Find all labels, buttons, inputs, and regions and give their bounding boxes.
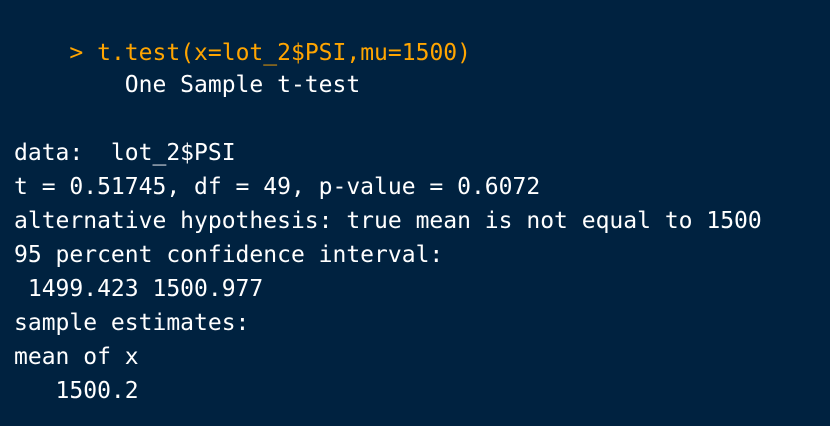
sample-estimates-header: sample estimates: xyxy=(14,310,250,336)
confidence-interval-values: 1499.423 1500.977 xyxy=(14,276,264,302)
r-console[interactable]: > t.test(x=lot_2$PSI,mu=1500) One Sample… xyxy=(0,0,830,426)
command-line[interactable]: > t.test(x=lot_2$PSI,mu=1500) xyxy=(14,2,471,66)
command-text: t.test(x=lot_2$PSI,mu=1500) xyxy=(97,40,471,66)
alternative-hypothesis-line: alternative hypothesis: true mean is not… xyxy=(14,208,762,234)
data-line: data: lot_2$PSI xyxy=(14,140,236,166)
test-title: One Sample t-test xyxy=(14,72,361,98)
prompt-symbol: > xyxy=(69,40,84,66)
confidence-interval-header: 95 percent confidence interval: xyxy=(14,242,444,268)
sample-estimates-label: mean of x xyxy=(14,344,139,370)
sample-estimates-value: 1500.2 xyxy=(14,378,139,404)
stats-line: t = 0.51745, df = 49, p-value = 0.6072 xyxy=(14,174,541,200)
